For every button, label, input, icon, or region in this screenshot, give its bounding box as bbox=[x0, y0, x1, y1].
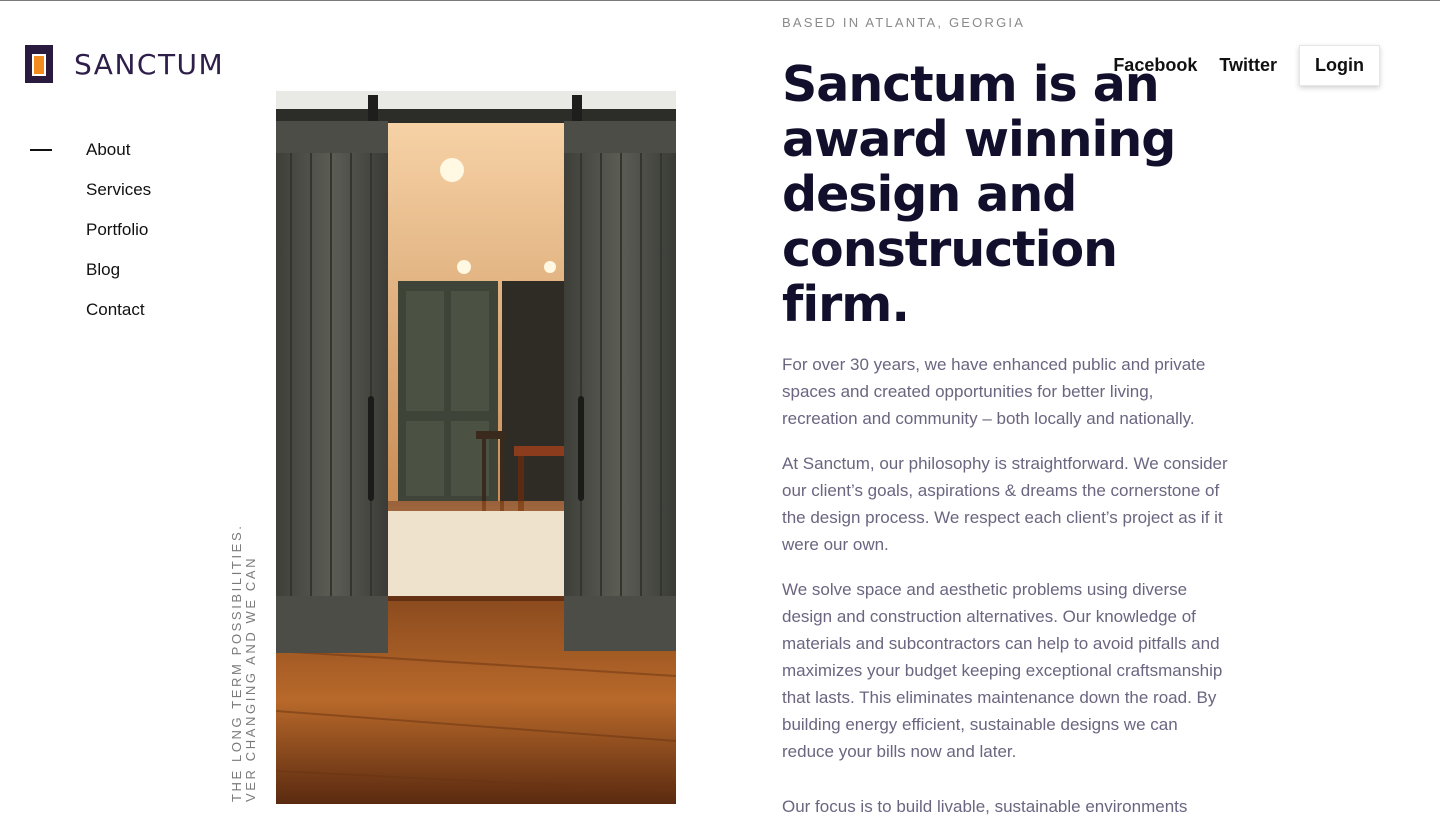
vertical-tagline-line-2: VER CHANGING AND WE CAN bbox=[243, 555, 258, 802]
body-paragraph: At Sanctum, our philosophy is straightfo… bbox=[782, 454, 1228, 554]
active-indicator-dash bbox=[30, 149, 52, 151]
sidebar-link-portfolio[interactable]: Portfolio bbox=[86, 220, 148, 240]
sidebar-link-about[interactable]: About bbox=[86, 140, 130, 160]
window-top-border bbox=[0, 0, 1440, 1]
login-button[interactable]: Login bbox=[1299, 45, 1380, 86]
sidebar-item-portfolio[interactable]: Portfolio bbox=[30, 210, 151, 250]
twitter-link[interactable]: Twitter bbox=[1219, 55, 1277, 76]
about-body: For over 30 years, we have enhanced publ… bbox=[782, 351, 1232, 838]
vertical-tagline: THE LONG TERM POSSIBILITIES. VER CHANGIN… bbox=[229, 523, 258, 802]
sidebar-link-contact[interactable]: Contact bbox=[86, 300, 145, 320]
body-paragraph: Our focus is to build livable, sustainab… bbox=[782, 797, 1188, 816]
body-paragraph: We solve space and aesthetic problems us… bbox=[782, 580, 1223, 761]
body-paragraph: For over 30 years, we have enhanced publ… bbox=[782, 355, 1206, 428]
sanctum-logo[interactable]: SANCTUM bbox=[25, 45, 224, 83]
sidebar-item-blog[interactable]: Blog bbox=[30, 250, 151, 290]
sidebar-nav: About Services Portfolio Blog Contact bbox=[30, 130, 151, 330]
sidebar-item-contact[interactable]: Contact bbox=[30, 290, 151, 330]
sanctum-logo-mark-icon bbox=[25, 45, 53, 83]
sidebar-link-services[interactable]: Services bbox=[86, 180, 151, 200]
sidebar-item-about[interactable]: About bbox=[30, 130, 151, 170]
sidebar-link-blog[interactable]: Blog bbox=[86, 260, 120, 280]
location-eyebrow: BASED IN ATLANTA, GEORGIA bbox=[782, 15, 1026, 30]
logo-wordmark: SANCTUM bbox=[74, 47, 225, 81]
vertical-tagline-line-1: THE LONG TERM POSSIBILITIES. bbox=[229, 523, 244, 802]
barn-door-interior-photo bbox=[276, 91, 676, 804]
hero-headline: Sanctum is an award winning design and c… bbox=[782, 56, 1176, 333]
sidebar-item-services[interactable]: Services bbox=[30, 170, 151, 210]
